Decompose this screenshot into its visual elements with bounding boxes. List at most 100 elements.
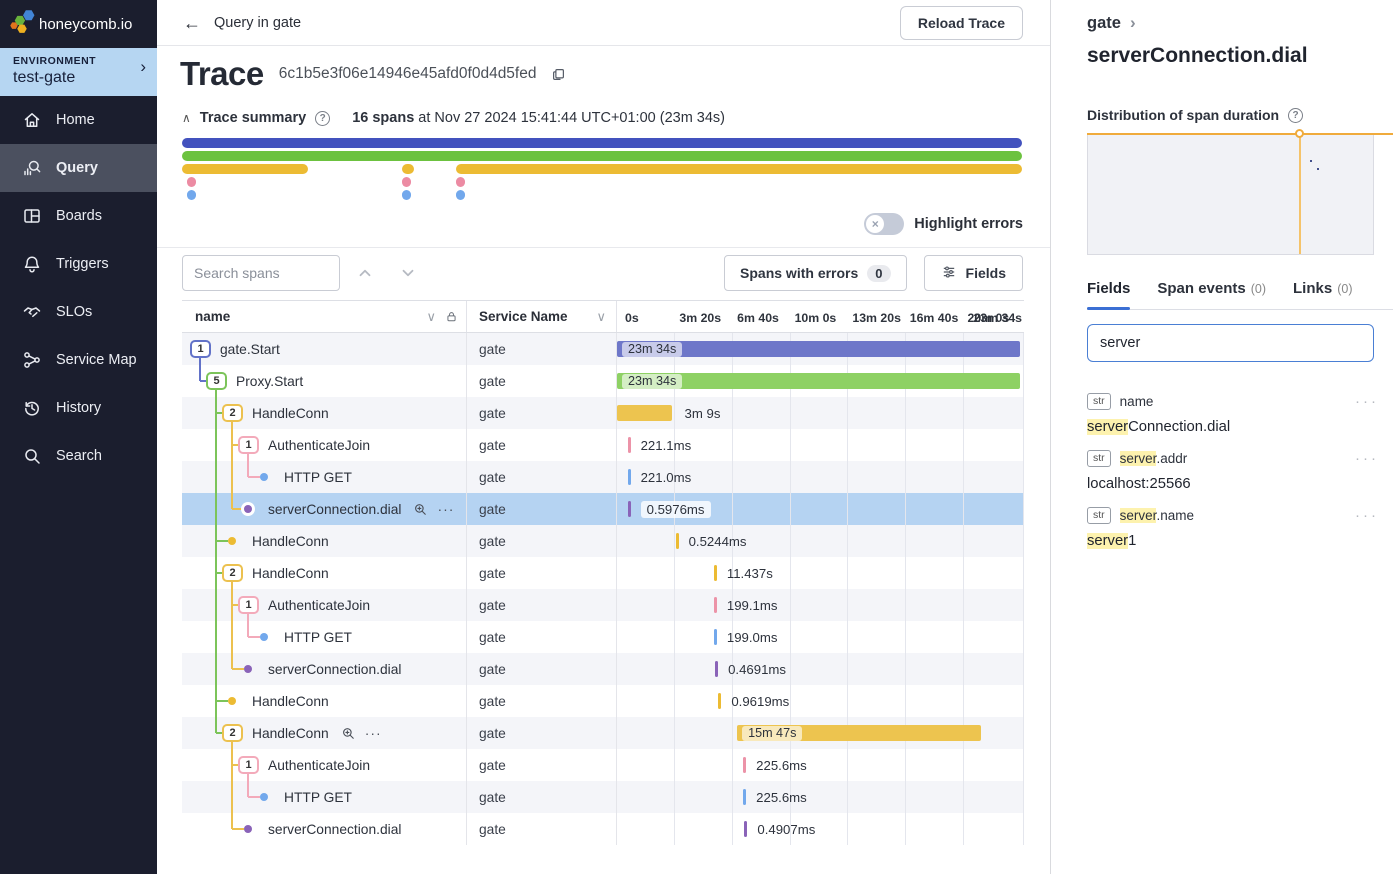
span-duration-tick[interactable] [628, 469, 631, 485]
span-duration-tick[interactable] [743, 757, 746, 773]
field-menu-ellipsis-icon[interactable]: ··· [1355, 507, 1379, 524]
gridline [790, 557, 791, 589]
sidebar-item-home[interactable]: Home [0, 96, 157, 144]
sidebar-item-boards[interactable]: Boards [0, 192, 157, 240]
span-row[interactable]: 2HandleConngate11.437s [182, 557, 1024, 589]
field-menu-ellipsis-icon[interactable]: ··· [1355, 450, 1379, 467]
gridline [963, 685, 964, 717]
chevron-up-icon[interactable]: ∧ [182, 111, 191, 125]
sidebar-item-query[interactable]: Query [0, 144, 157, 192]
next-match-button[interactable] [389, 255, 426, 291]
child-count-badge[interactable]: 2 [222, 724, 243, 742]
span-duration-tick[interactable] [628, 437, 631, 453]
span-row[interactable]: 1AuthenticateJoingate221.1ms [182, 429, 1024, 461]
gridline [790, 653, 791, 685]
span-name-cell: 1AuthenticateJoin [182, 589, 467, 621]
span-duration-bar[interactable] [617, 405, 672, 421]
sidebar-item-service-map[interactable]: Service Map [0, 336, 157, 384]
span-duration-tick[interactable] [718, 693, 721, 709]
span-duration-bar[interactable]: 15m 47s [737, 725, 981, 741]
service-name: gate [479, 374, 506, 389]
gridline [674, 653, 675, 685]
span-row[interactable]: serverConnection.dialgate0.4907ms [182, 813, 1024, 845]
span-duration-tick[interactable] [714, 597, 717, 613]
child-count-badge[interactable]: 5 [206, 372, 227, 390]
tab-links[interactable]: Links(0) [1293, 280, 1352, 309]
back-arrow-icon: ← [183, 14, 201, 32]
fields-button[interactable]: Fields [924, 255, 1023, 291]
gridline [674, 397, 675, 429]
span-row[interactable]: HTTP GETgate225.6ms [182, 781, 1024, 813]
span-duration-tick[interactable] [714, 629, 717, 645]
reload-trace-button[interactable]: Reload Trace [900, 6, 1023, 40]
span-duration-tick[interactable] [714, 565, 717, 581]
gridline [963, 557, 964, 589]
span-row[interactable]: serverConnection.dialgate0.4691ms [182, 653, 1024, 685]
zoom-in-icon[interactable] [413, 502, 428, 517]
search-spans-input[interactable] [182, 255, 340, 291]
zoom-in-icon[interactable] [341, 726, 356, 741]
duration-label: 0.5244ms [689, 525, 747, 557]
span-row[interactable]: HandleConngate0.5244ms [182, 525, 1024, 557]
sidebar-item-slos[interactable]: SLOs [0, 288, 157, 336]
prev-match-button[interactable] [346, 255, 383, 291]
copy-icon[interactable] [551, 67, 566, 82]
spans-with-errors-button[interactable]: Spans with errors 0 [724, 255, 907, 291]
trace-minimap[interactable] [182, 138, 1022, 204]
span-duration-tick[interactable] [628, 501, 631, 517]
duration-label: 225.6ms [756, 749, 807, 781]
span-duration-tick[interactable] [743, 789, 746, 805]
highlight-errors-toggle[interactable]: × [864, 213, 904, 235]
back-button[interactable]: ← Query in gate [183, 14, 301, 32]
tab-fields[interactable]: Fields [1087, 280, 1130, 309]
child-count-badge[interactable]: 2 [222, 404, 243, 422]
error-count-badge: 0 [867, 265, 890, 282]
sidebar-item-label: SLOs [56, 304, 92, 320]
span-row[interactable]: HTTP GETgate199.0ms [182, 621, 1024, 653]
child-count-badge[interactable]: 1 [190, 340, 211, 358]
gridline [847, 653, 848, 685]
duration-marker-line [1299, 134, 1301, 254]
span-row[interactable]: 5Proxy.Startgate23m 34s [182, 365, 1024, 397]
sidebar-item-triggers[interactable]: Triggers [0, 240, 157, 288]
span-row[interactable]: 1AuthenticateJoingate199.1ms [182, 589, 1024, 621]
column-header-service[interactable]: Service Name ∨ [467, 301, 617, 332]
gridline [790, 621, 791, 653]
span-duration-bar[interactable]: 23m 34s [617, 341, 1020, 357]
breadcrumb-service[interactable]: gate [1087, 14, 1121, 33]
span-duration-bar[interactable]: 23m 34s [617, 373, 1020, 389]
span-row[interactable]: HTTP GETgate221.0ms [182, 461, 1024, 493]
span-row[interactable]: 1gate.Startgate23m 34s [182, 333, 1024, 365]
tab-span-events[interactable]: Span events(0) [1157, 280, 1266, 309]
sidebar-item-search[interactable]: Search [0, 432, 157, 480]
help-icon[interactable]: ? [315, 111, 330, 126]
span-duration-tick[interactable] [676, 533, 679, 549]
span-duration-tick[interactable] [744, 821, 747, 837]
sidebar-item-history[interactable]: History [0, 384, 157, 432]
span-row[interactable]: serverConnection.dial···gate0.5976ms [182, 493, 1024, 525]
service-name-cell: gate [467, 653, 617, 685]
sidebar-item-label: Query [56, 160, 98, 176]
tab-label: Fields [1087, 280, 1130, 297]
child-count-badge[interactable]: 1 [238, 436, 259, 454]
span-row[interactable]: HandleConngate0.9619ms [182, 685, 1024, 717]
span-name-cell: HandleConn [182, 525, 467, 557]
child-count-badge[interactable]: 1 [238, 756, 259, 774]
span-row[interactable]: 1AuthenticateJoingate225.6ms [182, 749, 1024, 781]
span-row[interactable]: 2HandleConngate3m 9s [182, 397, 1024, 429]
ellipsis-icon[interactable]: ··· [437, 502, 454, 516]
child-count-badge[interactable]: 1 [238, 596, 259, 614]
environment-switcher[interactable]: ENVIRONMENT test-gate › [0, 48, 157, 96]
help-icon[interactable]: ? [1288, 108, 1303, 123]
span-name: HandleConn [252, 406, 329, 421]
span-name: HTTP GET [284, 630, 352, 645]
span-row[interactable]: 2HandleConn···gate15m 47s [182, 717, 1024, 749]
app-logo[interactable]: honeycomb.io [0, 0, 157, 48]
field-menu-ellipsis-icon[interactable]: ··· [1355, 393, 1379, 410]
child-count-badge[interactable]: 2 [222, 564, 243, 582]
span-duration-tick[interactable] [715, 661, 718, 677]
column-header-name[interactable]: name ∨ [182, 301, 467, 332]
ellipsis-icon[interactable]: ··· [365, 726, 382, 740]
field-search-input[interactable] [1087, 324, 1374, 362]
home-icon [22, 110, 42, 130]
